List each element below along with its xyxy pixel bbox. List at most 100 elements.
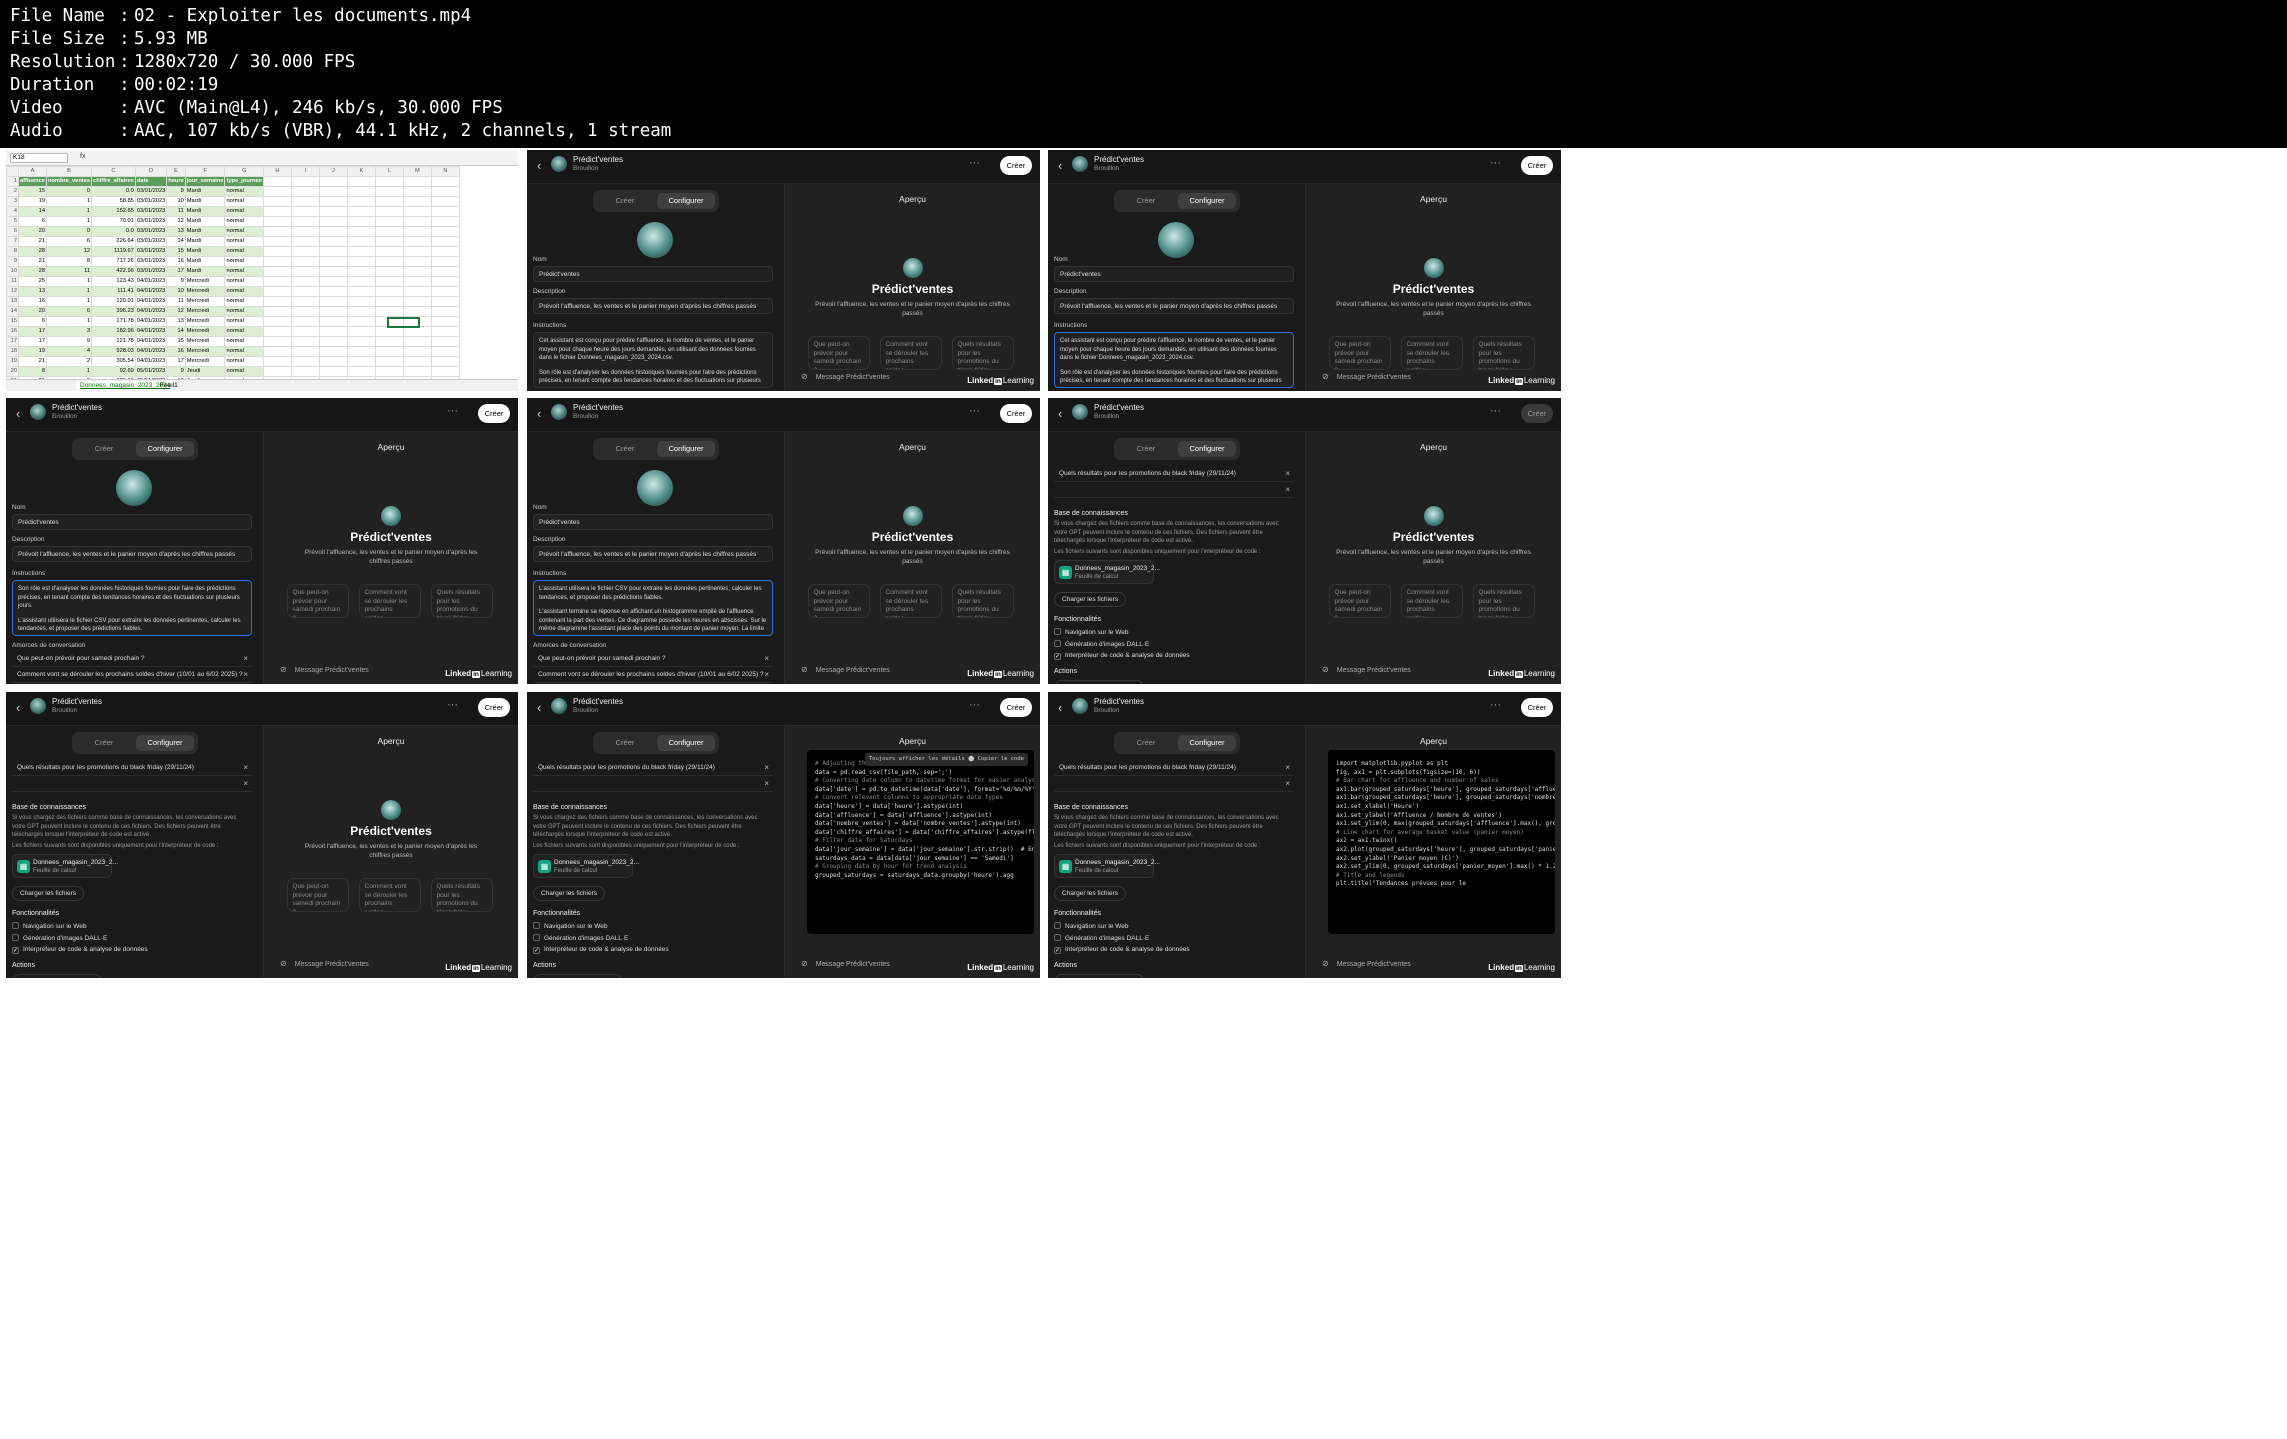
feature-web[interactable]: Navigation sur le Web <box>12 922 86 930</box>
empty-cell[interactable] <box>430 216 460 227</box>
empty-cell[interactable] <box>346 206 376 217</box>
instructions-textarea[interactable]: Cet assistant est conçu pour prédire l'a… <box>1054 332 1294 388</box>
empty-cell[interactable] <box>374 186 404 197</box>
starter-chip[interactable]: Quels résultats pour les promotions du b… <box>1472 584 1535 618</box>
description-field[interactable]: Prévoit l'affluence, les ventes et le pa… <box>12 546 252 562</box>
instructions-textarea[interactable]: Son rôle est d'analyser les données hist… <box>12 580 252 636</box>
table-cell[interactable]: Mercredi <box>184 286 226 297</box>
table-cell[interactable]: 1 <box>45 296 93 307</box>
empty-cell[interactable] <box>430 176 460 187</box>
empty-cell[interactable] <box>346 256 376 267</box>
column-letter[interactable]: L <box>374 166 404 177</box>
more-options-icon[interactable]: ··· <box>1490 157 1501 169</box>
empty-cell[interactable] <box>262 236 292 247</box>
more-options-icon[interactable]: ··· <box>969 405 980 417</box>
starter-chip[interactable]: Quels résultats pour les promotions du b… <box>1472 336 1535 370</box>
table-cell[interactable]: 182.96 <box>91 326 136 337</box>
empty-cell[interactable] <box>262 316 292 327</box>
checkbox-icon[interactable] <box>12 934 19 941</box>
table-cell[interactable]: 15 <box>166 336 186 347</box>
empty-cell[interactable] <box>374 236 404 247</box>
table-cell[interactable]: normal <box>224 266 264 277</box>
empty-cell[interactable] <box>374 246 404 257</box>
tab-configure[interactable]: Configurer <box>657 735 715 751</box>
empty-cell[interactable] <box>262 196 292 207</box>
instructions-textarea[interactable]: L'assistant utilisera le fichier CSV pou… <box>533 580 773 636</box>
uploaded-file[interactable]: ▦ Donnees_magasin_2023_2... Feuille de c… <box>12 854 118 878</box>
table-cell[interactable]: 04/01/2023 <box>134 326 168 337</box>
empty-cell[interactable] <box>374 256 404 267</box>
table-cell[interactable]: Mercredi <box>184 336 226 347</box>
back-arrow-icon[interactable]: ‹ <box>1058 700 1062 715</box>
empty-cell[interactable] <box>290 186 320 197</box>
table-cell[interactable]: Mardi <box>184 226 226 237</box>
column-letter[interactable]: G <box>224 166 264 177</box>
empty-starter[interactable]: × <box>1054 776 1294 792</box>
tab-create[interactable]: Créer <box>75 441 133 457</box>
more-options-icon[interactable]: ··· <box>447 699 458 711</box>
column-letter[interactable]: M <box>402 166 432 177</box>
empty-cell[interactable] <box>290 286 320 297</box>
back-arrow-icon[interactable]: ‹ <box>537 700 541 715</box>
empty-cell[interactable] <box>346 226 376 237</box>
empty-cell[interactable] <box>402 296 432 307</box>
cell-reference[interactable]: K18 <box>10 153 68 163</box>
column-header[interactable]: jour_semaine <box>184 176 226 187</box>
table-cell[interactable]: 13 <box>18 286 47 297</box>
remove-icon[interactable]: × <box>764 670 769 679</box>
table-cell[interactable]: 1 <box>45 366 93 377</box>
table-cell[interactable]: Mardi <box>184 186 226 197</box>
empty-cell[interactable] <box>290 356 320 367</box>
row-number[interactable]: 18 <box>6 346 19 357</box>
remove-icon[interactable]: × <box>243 654 248 663</box>
empty-cell[interactable] <box>318 276 348 287</box>
empty-cell[interactable] <box>430 226 460 237</box>
table-cell[interactable]: 03/01/2023 <box>134 196 168 207</box>
table-cell[interactable]: normal <box>224 306 264 317</box>
column-letter[interactable]: K <box>346 166 376 177</box>
table-cell[interactable]: 03/01/2023 <box>134 256 168 267</box>
empty-cell[interactable] <box>262 216 292 227</box>
empty-cell[interactable] <box>374 346 404 357</box>
table-cell[interactable]: normal <box>224 256 264 267</box>
starter-chip[interactable]: Que peut-on prévoir pour samedi prochain… <box>807 584 870 618</box>
table-cell[interactable]: 0.0 <box>91 186 136 197</box>
column-letter[interactable]: I <box>290 166 320 177</box>
empty-cell[interactable] <box>430 356 460 367</box>
conversation-starter[interactable]: Quels résultats pour les promotions du b… <box>1054 466 1294 482</box>
empty-cell[interactable] <box>318 206 348 217</box>
create-button[interactable]: Créer <box>478 404 510 423</box>
empty-cell[interactable] <box>402 286 432 297</box>
row-number[interactable]: 14 <box>6 306 19 317</box>
empty-cell[interactable] <box>262 256 292 267</box>
row-number[interactable]: 10 <box>6 266 19 277</box>
table-cell[interactable]: 25 <box>18 276 47 287</box>
empty-cell[interactable] <box>318 186 348 197</box>
empty-cell[interactable] <box>402 246 432 257</box>
tab-create[interactable]: Créer <box>75 735 133 751</box>
empty-cell[interactable] <box>262 346 292 357</box>
create-button[interactable]: Créer <box>1521 404 1553 423</box>
empty-cell[interactable] <box>374 286 404 297</box>
table-cell[interactable]: normal <box>224 246 264 257</box>
empty-cell[interactable] <box>430 186 460 197</box>
table-cell[interactable]: Mardi <box>184 196 226 207</box>
table-cell[interactable]: Mercredi <box>184 276 226 287</box>
table-cell[interactable]: 11 <box>45 266 93 277</box>
conversation-starter[interactable]: Comment vont se dérouler les prochains s… <box>12 667 252 683</box>
table-cell[interactable]: 14 <box>18 206 47 217</box>
table-cell[interactable]: Mercredi <box>184 326 226 337</box>
table-cell[interactable]: normal <box>224 336 264 347</box>
table-cell[interactable]: 123.43 <box>91 276 136 287</box>
empty-cell[interactable] <box>318 336 348 347</box>
empty-cell[interactable] <box>290 226 320 237</box>
empty-cell[interactable] <box>318 286 348 297</box>
table-cell[interactable]: 28 <box>18 266 47 277</box>
empty-cell[interactable] <box>290 216 320 227</box>
create-button[interactable]: Créer <box>1521 156 1553 175</box>
empty-cell[interactable] <box>318 326 348 337</box>
row-number[interactable]: 3 <box>6 196 19 207</box>
selected-cell[interactable] <box>387 317 420 328</box>
empty-cell[interactable] <box>290 256 320 267</box>
empty-cell[interactable] <box>290 246 320 257</box>
